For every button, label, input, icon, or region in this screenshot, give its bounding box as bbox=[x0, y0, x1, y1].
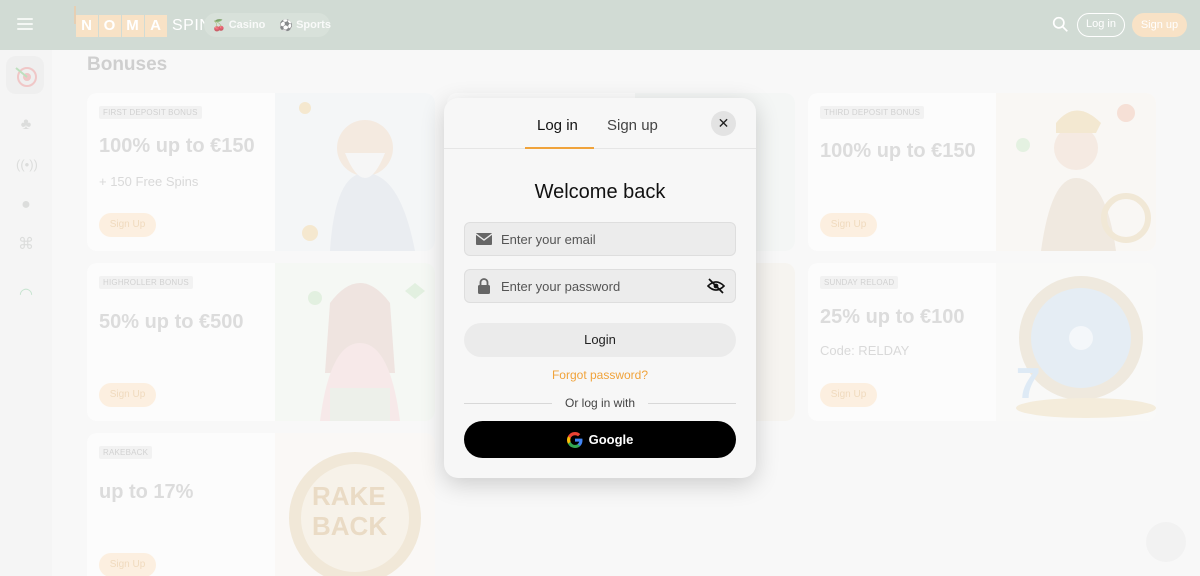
auth-tabs: Log in Sign up bbox=[444, 98, 756, 149]
eye-off-icon[interactable] bbox=[707, 278, 725, 294]
forgot-password-link[interactable]: Forgot password? bbox=[444, 368, 756, 382]
tab-signup[interactable]: Sign up bbox=[607, 117, 658, 134]
divider-line-right bbox=[648, 403, 736, 404]
modal-title: Welcome back bbox=[534, 181, 666, 203]
password-field[interactable] bbox=[464, 269, 736, 303]
active-tab-indicator bbox=[525, 147, 594, 149]
login-button[interactable]: Login bbox=[464, 323, 736, 357]
close-icon[interactable]: ✕ bbox=[711, 111, 736, 136]
envelope-icon bbox=[476, 233, 492, 245]
google-login-button[interactable]: Google bbox=[464, 421, 736, 458]
email-input[interactable] bbox=[501, 223, 701, 255]
password-input[interactable] bbox=[501, 270, 701, 302]
email-field[interactable] bbox=[464, 222, 736, 256]
login-modal: Log in Sign up ✕ Welcome back Login Forg… bbox=[444, 98, 756, 478]
lock-icon bbox=[478, 278, 490, 294]
google-button-label: Google bbox=[588, 432, 634, 447]
tab-login[interactable]: Log in bbox=[537, 117, 578, 134]
google-icon bbox=[566, 431, 583, 448]
